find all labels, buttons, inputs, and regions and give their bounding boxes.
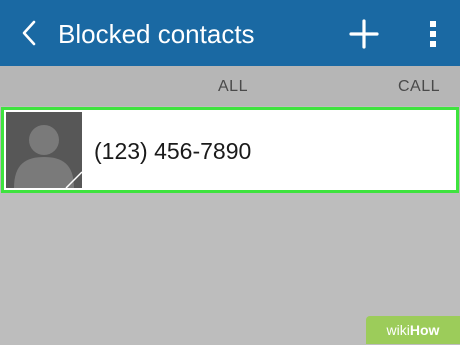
blocked-contact-row[interactable]: (123) 456-7890 bbox=[1, 107, 459, 193]
chevron-left-icon bbox=[22, 20, 36, 46]
more-options-button[interactable] bbox=[418, 16, 448, 52]
filter-bar: ALL CALL bbox=[0, 66, 460, 106]
plus-icon bbox=[349, 19, 379, 49]
add-blocked-contact-button[interactable] bbox=[346, 16, 382, 52]
contact-phone-number: (123) 456-7890 bbox=[94, 138, 252, 164]
filter-call-tab[interactable]: CALL bbox=[398, 78, 440, 96]
filter-all-tab[interactable]: ALL bbox=[218, 78, 248, 96]
back-button[interactable] bbox=[14, 17, 44, 49]
avatar bbox=[6, 112, 82, 188]
person-placeholder-icon bbox=[14, 125, 82, 188]
app-bar: Blocked contacts bbox=[0, 0, 460, 66]
watermark-suffix: How bbox=[409, 322, 440, 338]
page-title: Blocked contacts bbox=[58, 19, 255, 49]
wikihow-watermark: wiki How bbox=[366, 316, 460, 344]
watermark-prefix: wiki bbox=[386, 322, 410, 338]
more-vert-icon bbox=[430, 21, 436, 47]
